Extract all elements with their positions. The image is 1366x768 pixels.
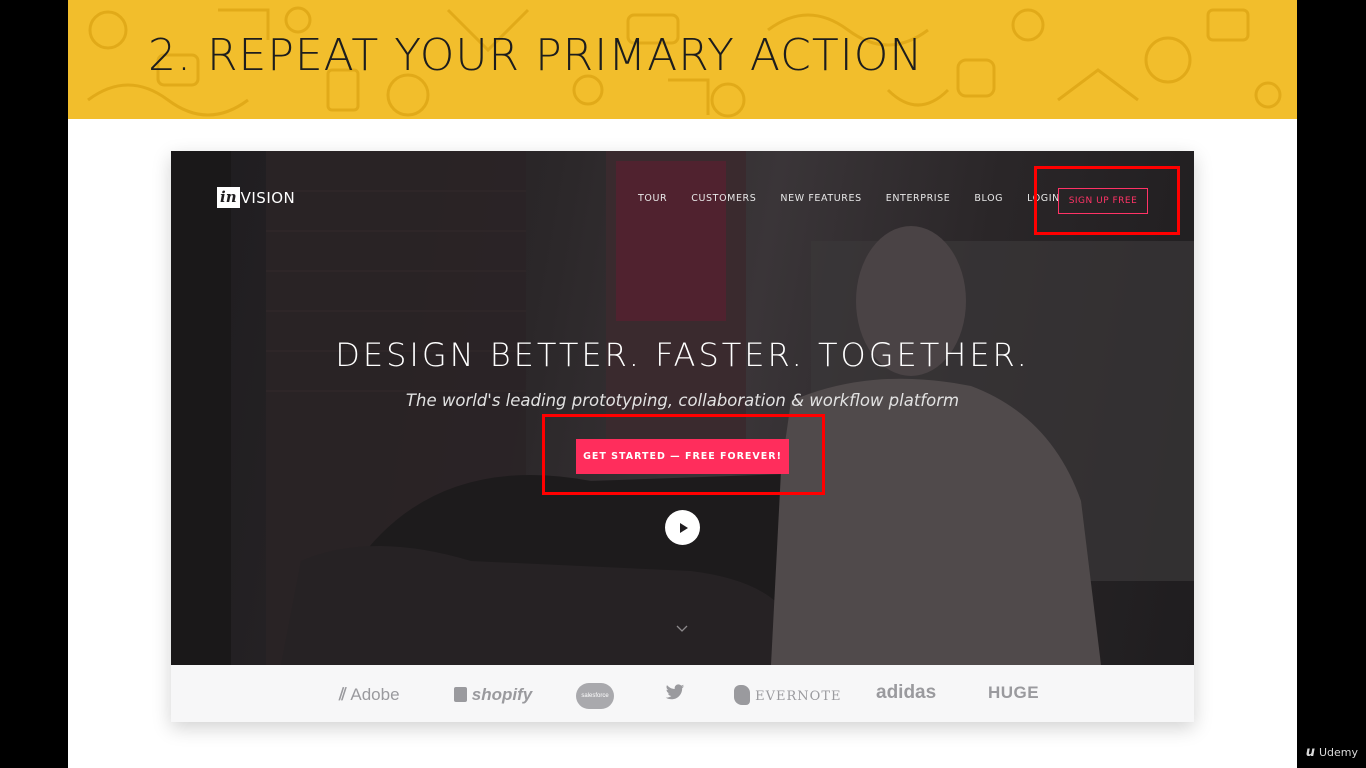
- salesforce-cloud-icon: salesforce: [576, 683, 614, 709]
- play-video-button[interactable]: [665, 510, 700, 545]
- brand-adidas: adidas: [876, 682, 937, 703]
- play-icon: [679, 522, 688, 533]
- highlight-box-cta: [542, 414, 825, 495]
- twitter-bird-icon: [665, 684, 685, 700]
- slide-banner: 2. REPEAT YOUR PRIMARY ACTION: [68, 0, 1297, 119]
- brand-evernote: EVERNOTE: [734, 685, 842, 705]
- customer-logos-bar: ⫽ Adobe shopify salesforce EVERNOTE adid…: [171, 665, 1194, 722]
- nav-blog[interactable]: BLOG: [974, 193, 1003, 204]
- invision-logo[interactable]: in VISION: [217, 187, 295, 208]
- brand-huge: HUGE: [988, 683, 1040, 702]
- udemy-logo-icon: u: [1305, 745, 1315, 760]
- top-navigation: TOUR CUSTOMERS NEW FEATURES ENTERPRISE B…: [638, 193, 1084, 204]
- presentation-slide: 2. REPEAT YOUR PRIMARY ACTION in VISION …: [68, 0, 1297, 768]
- brand-twitter: [665, 684, 685, 706]
- nav-tour[interactable]: TOUR: [638, 193, 667, 204]
- nav-customers[interactable]: CUSTOMERS: [691, 193, 756, 204]
- hero-headline: DESIGN BETTER. FASTER. TOGETHER.: [335, 336, 1030, 374]
- nav-new-features[interactable]: NEW FEATURES: [780, 193, 861, 204]
- brand-salesforce: salesforce: [576, 683, 614, 709]
- adobe-icon: ⫽: [339, 685, 347, 704]
- brand-adobe: ⫽ Adobe: [339, 685, 400, 704]
- udemy-watermark: u Udemy: [1305, 745, 1358, 760]
- shopify-bag-icon: [454, 687, 467, 702]
- hero-subheadline: The world's leading prototyping, collabo…: [405, 391, 960, 410]
- slide-title: 2. REPEAT YOUR PRIMARY ACTION: [148, 30, 924, 81]
- logo-mark: in: [217, 187, 240, 208]
- highlight-box-signup: [1034, 166, 1180, 235]
- logo-wordmark: VISION: [240, 188, 296, 207]
- evernote-elephant-icon: [734, 685, 750, 705]
- chevron-down-icon[interactable]: [676, 625, 688, 633]
- brand-shopify: shopify: [454, 685, 532, 705]
- nav-enterprise[interactable]: ENTERPRISE: [886, 193, 951, 204]
